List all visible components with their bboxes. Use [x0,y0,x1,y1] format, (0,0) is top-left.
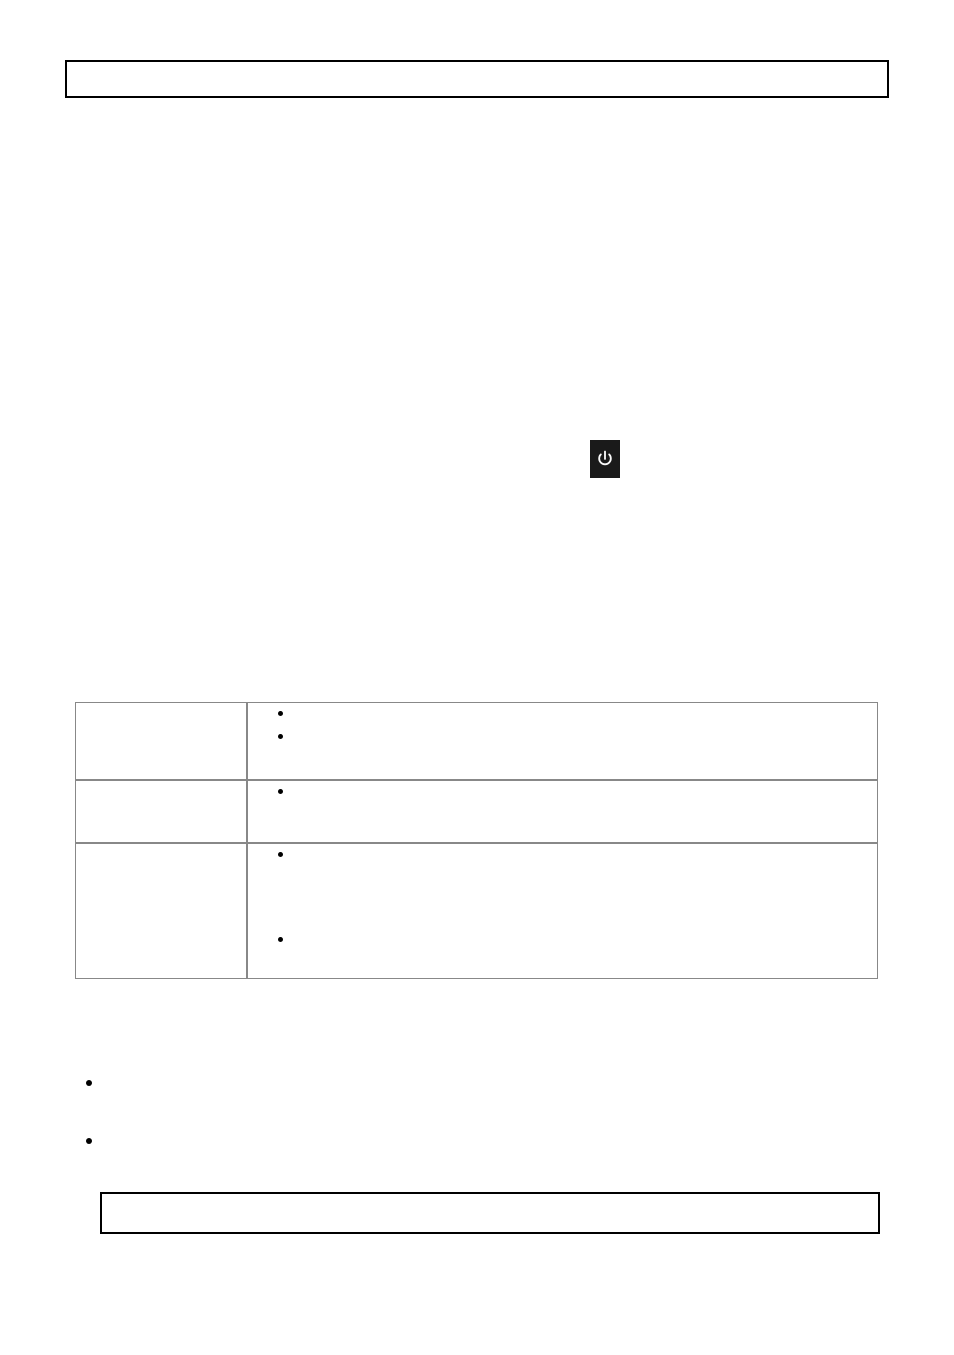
list-item [278,734,865,739]
content-table [75,702,878,979]
table-cell-right [247,780,878,843]
power-icon [590,440,620,478]
list-item [278,711,865,716]
bottom-bordered-box [100,1192,880,1234]
table-cell-right [247,702,878,780]
table-row [75,843,878,979]
bullet-icon [86,1138,92,1144]
list-item [278,937,865,942]
table-cell-right [247,843,878,979]
bullet-icon [278,711,283,716]
bullet-icon [278,852,283,857]
bullet-icon [278,734,283,739]
table-cell-left [75,702,247,780]
bullet-icon [86,1080,92,1086]
table-cell-left [75,843,247,979]
table-row [75,780,878,843]
top-bordered-box [65,60,889,98]
bullet-icon [278,789,283,794]
list-item [278,852,865,857]
table-cell-left [75,780,247,843]
table-row [75,702,878,780]
bullet-icon [278,937,283,942]
list-item [278,789,865,794]
bottom-bullet-list [86,1080,92,1196]
